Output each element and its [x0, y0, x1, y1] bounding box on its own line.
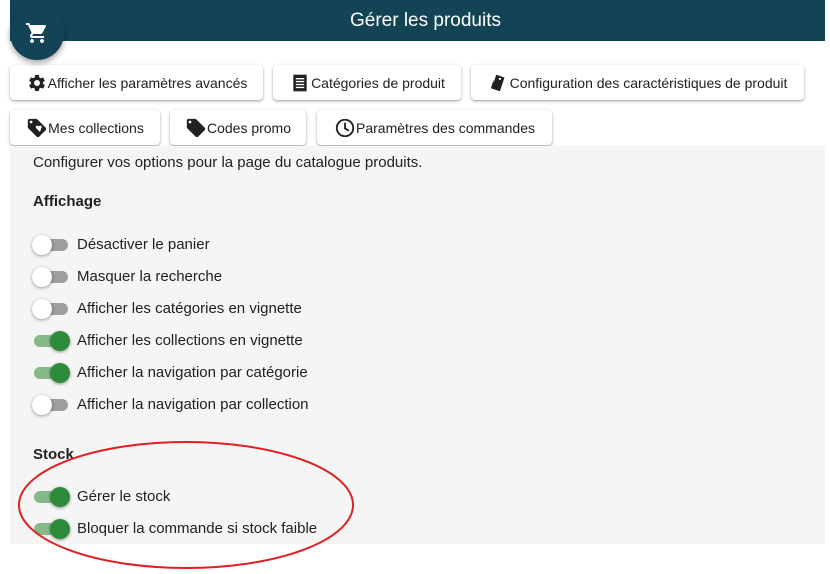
advanced-settings-button[interactable]: Afficher les paramètres avancés: [10, 65, 263, 100]
promo-codes-button[interactable]: Codes promo: [170, 110, 306, 145]
option-collection-thumbnails: Afficher les collections en vignette: [32, 328, 303, 352]
collection-thumbnails-toggle[interactable]: [32, 330, 70, 351]
advanced-settings-label: Afficher les paramètres avancés: [47, 74, 248, 91]
option-collection-navigation: Afficher la navigation par collection: [32, 392, 309, 416]
collection-thumbnails-label: Afficher les collections en vignette: [77, 331, 303, 349]
order-settings-label: Paramètres des commandes: [356, 119, 535, 136]
order-settings-button[interactable]: Paramètres des commandes: [317, 110, 552, 145]
list-icon: [289, 72, 311, 94]
header-bar: Gérer les produits: [10, 0, 825, 41]
product-features-config-button[interactable]: Configuration des caractéristiques de pr…: [471, 65, 804, 100]
disable-cart-toggle[interactable]: [32, 234, 70, 255]
highlight-ellipse: [18, 441, 354, 569]
option-hide-search: Masquer la recherche: [32, 264, 222, 288]
hide-search-label: Masquer la recherche: [77, 267, 223, 285]
product-categories-label: Catégories de produit: [311, 74, 445, 91]
promo-codes-label: Codes promo: [206, 119, 292, 136]
option-disable-cart: Désactiver le panier: [32, 232, 210, 256]
page-title: Gérer les produits: [349, 9, 501, 31]
hide-search-toggle[interactable]: [32, 266, 70, 287]
tags-icon: [488, 72, 510, 94]
tag-icon: [185, 117, 207, 139]
option-category-thumbnails: Afficher les catégories en vignette: [32, 296, 302, 320]
collection-navigation-toggle[interactable]: [32, 394, 70, 415]
my-collections-button[interactable]: Mes collections: [10, 110, 160, 145]
product-categories-button[interactable]: Catégories de produit: [273, 65, 461, 100]
disable-cart-label: Désactiver le panier: [77, 235, 210, 253]
collection-navigation-label: Afficher la navigation par collection: [77, 395, 309, 413]
intro-text: Configurer vos options pour la page du c…: [33, 154, 423, 171]
gear-icon: [26, 72, 48, 94]
category-thumbnails-label: Afficher les catégories en vignette: [77, 299, 302, 317]
tag-heart-icon: [26, 117, 48, 139]
cart-icon: [26, 23, 47, 43]
category-navigation-toggle[interactable]: [32, 362, 70, 383]
cart-button[interactable]: [10, 6, 64, 60]
affichage-section-title: Affichage: [33, 193, 102, 210]
option-category-navigation: Afficher la navigation par catégorie: [32, 360, 308, 384]
category-thumbnails-toggle[interactable]: [32, 298, 70, 319]
my-collections-label: Mes collections: [48, 119, 144, 136]
clock-icon: [334, 117, 356, 139]
category-navigation-label: Afficher la navigation par catégorie: [77, 363, 308, 381]
product-features-config-label: Configuration des caractéristiques de pr…: [509, 74, 788, 91]
